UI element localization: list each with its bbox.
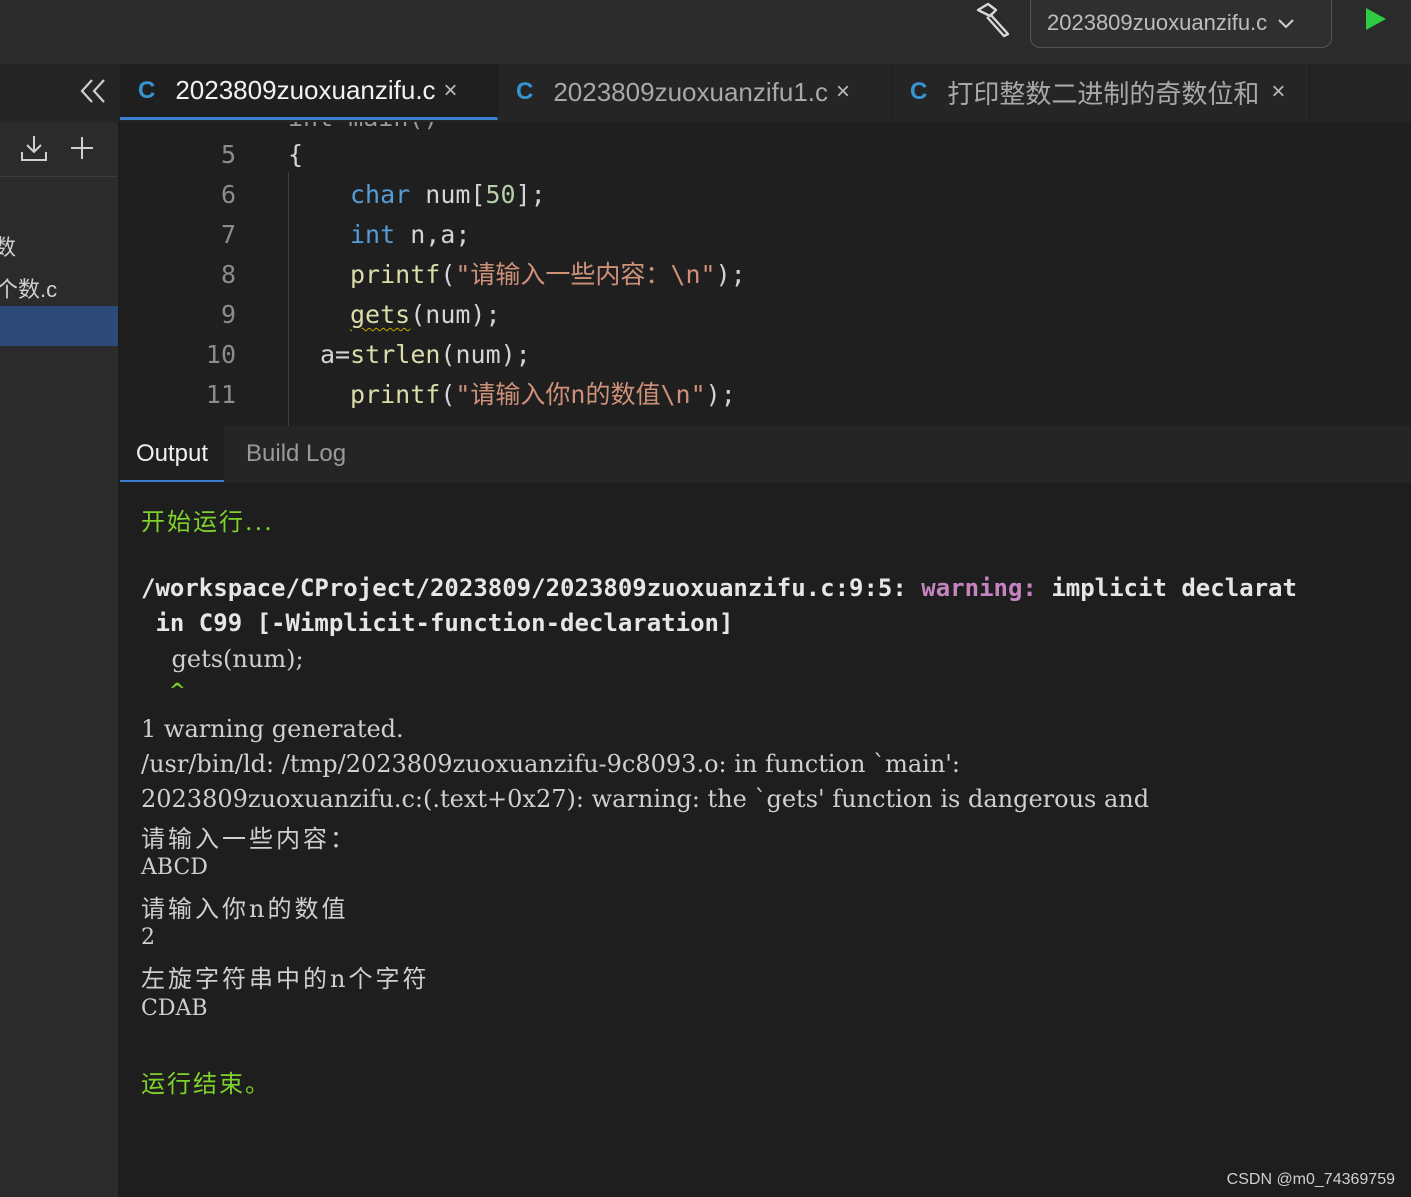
- user-input-1: ABCD: [141, 855, 208, 880]
- line-number: 9: [220, 300, 236, 329]
- file-selector-label: 2023809zuoxuanzifu.c: [1047, 9, 1268, 35]
- code-line: 10 a=strlen(num);: [120, 335, 1411, 375]
- program-result: CDAB: [141, 996, 208, 1021]
- editor-tab-bar: C 2023809zuoxuanzifu.c × C 2023809zuoxua…: [0, 64, 1411, 123]
- c-file-icon: C: [138, 76, 156, 104]
- line-number: 6: [220, 180, 236, 209]
- file-selector-dropdown[interactable]: 2023809zuoxuanzifu.c: [1030, 0, 1332, 48]
- output-console[interactable]: 开始运行... /workspace/CProject/2023809/2023…: [120, 482, 1411, 1197]
- tab-label: 2023809zuoxuanzifu.c: [175, 75, 436, 105]
- linker-warning: 2023809zuoxuanzifu.c:(.text+0x27): warni…: [141, 785, 1150, 813]
- warning-squiggle: gets: [350, 300, 411, 329]
- play-icon[interactable]: [1364, 6, 1388, 32]
- code-line: 8 printf("请输入一些内容：\n");: [120, 255, 1411, 295]
- program-prompt-1: 请输入一些内容：: [141, 825, 357, 853]
- top-toolbar: 2023809zuoxuanzifu.c: [0, 0, 1411, 64]
- sidebar-item-folder[interactable]: 数: [0, 230, 16, 262]
- watermark: CSDN @m0_74369759: [1226, 1171, 1395, 1188]
- compiler-code-echo: gets(num);: [141, 645, 304, 673]
- tab-2023809zuoxuanzifu1-c[interactable]: C 2023809zuoxuanzifu1.c ×: [498, 64, 892, 120]
- code-text: gets(num);: [350, 300, 501, 329]
- tab-label: 2023809zuoxuanzifu1.c: [553, 76, 829, 107]
- c-file-icon: C: [516, 78, 534, 105]
- line-number: 7: [220, 220, 236, 249]
- add-file-icon[interactable]: [68, 134, 96, 162]
- chevron-down-icon: [1278, 18, 1294, 28]
- sidebar-item-selected[interactable]: [0, 306, 118, 346]
- run-start-message: 开始运行...: [141, 508, 274, 536]
- file-explorer-sidebar: 数 个数.c: [0, 122, 119, 1197]
- download-icon[interactable]: [20, 134, 48, 162]
- close-icon[interactable]: ×: [1271, 78, 1285, 106]
- line-number: 8: [220, 260, 236, 289]
- code-line: 9 gets(num);: [120, 295, 1411, 335]
- compiler-warning-cont: in C99 [-Wimplicit-function-declaration]: [141, 609, 734, 637]
- code-line: 11 printf("请输入你n的数值\n");: [120, 375, 1411, 415]
- code-text: printf("请输入一些内容：\n");: [350, 260, 746, 289]
- code-text: int n,a;: [350, 220, 471, 249]
- tab-build-log[interactable]: Build Log: [230, 426, 362, 480]
- line-number: 10: [205, 340, 236, 369]
- user-input-2: 2: [141, 925, 155, 950]
- line-number: 11: [205, 380, 236, 409]
- code-line: 6 char num[50];: [120, 175, 1411, 215]
- code-text: a=strlen(num);: [320, 340, 531, 369]
- run-end-message: 运行结束。: [141, 1070, 271, 1098]
- output-panel-tabs: Output Build Log: [120, 426, 1411, 483]
- code-text: {: [288, 140, 304, 169]
- line-number: 5: [220, 140, 236, 169]
- close-icon[interactable]: ×: [836, 78, 850, 106]
- collapse-sidebar-icon[interactable]: [78, 76, 108, 106]
- code-text: printf("请输入你n的数值\n");: [350, 380, 736, 409]
- hammer-icon[interactable]: [974, 2, 1014, 38]
- tab-2023809zuoxuanzifu-c[interactable]: C 2023809zuoxuanzifu.c ×: [120, 64, 498, 120]
- tab-label: 打印整数二进制的奇数位和: [947, 78, 1260, 109]
- program-prompt-3: 左旋字符串中的n个字符: [141, 965, 430, 993]
- linker-message: /usr/bin/ld: /tmp/2023809zuoxuanzifu-9c8…: [141, 750, 960, 778]
- tab-output[interactable]: Output: [120, 426, 225, 483]
- sidebar-item-file[interactable]: 个数.c: [0, 272, 57, 304]
- code-line: 7 int n,a;: [120, 215, 1411, 255]
- code-editor[interactable]: int main() 5 { 6 char num[50]; 7 int n,a…: [120, 122, 1411, 426]
- code-line: 5 {: [120, 135, 1411, 175]
- sidebar-toolbar: [0, 122, 118, 177]
- compiler-warning-line: /workspace/CProject/2023809/2023809zuoxu…: [141, 574, 1297, 602]
- compiler-caret: ^: [141, 678, 186, 702]
- warnings-generated: 1 warning generated.: [141, 715, 404, 743]
- c-file-icon: C: [910, 78, 928, 105]
- program-prompt-2: 请输入你n的数值: [141, 895, 349, 923]
- close-icon[interactable]: ×: [444, 77, 458, 105]
- code-text: char num[50];: [350, 180, 546, 209]
- tab-binary-odd-bits[interactable]: C 打印整数二进制的奇数位和 ×: [892, 64, 1310, 120]
